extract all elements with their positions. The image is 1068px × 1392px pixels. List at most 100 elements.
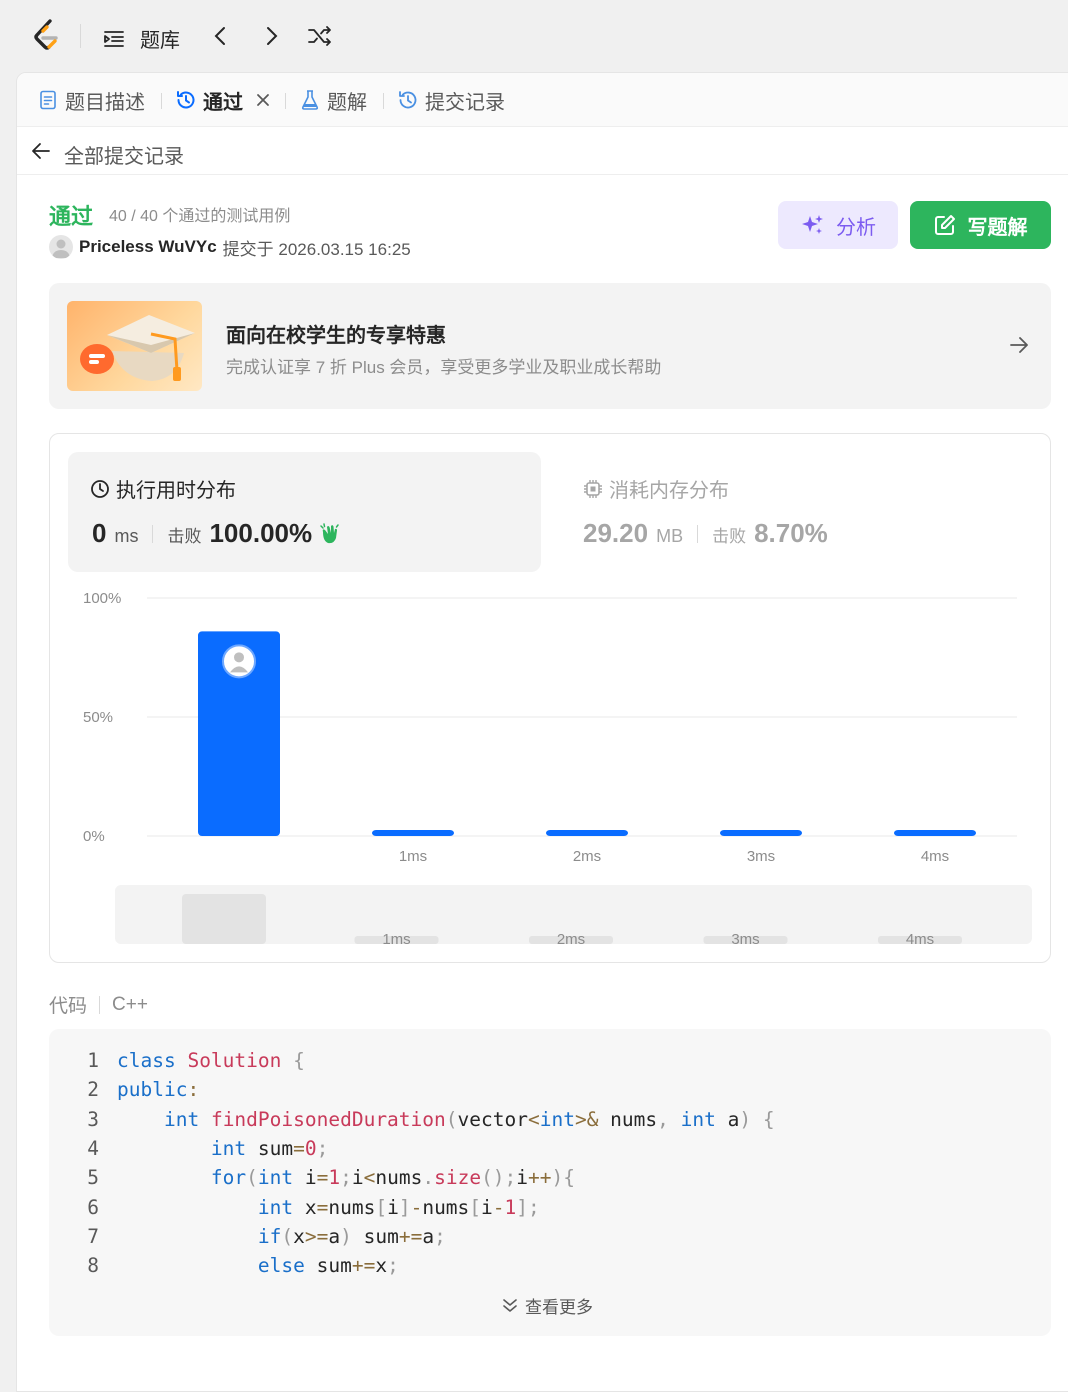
code-token: findPoisonedDuration [210, 1107, 446, 1131]
line-number: 7 [87, 1224, 99, 1248]
code-token: vector [457, 1107, 528, 1131]
close-tab-icon[interactable] [255, 92, 271, 108]
code-line: 3 int findPoisonedDuration(vector < int >& … [49, 1105, 775, 1134]
bar [372, 830, 454, 836]
problem-bank-button[interactable]: 题库 [102, 24, 180, 53]
next-problem-button[interactable] [260, 24, 282, 48]
code-token: a [422, 1224, 435, 1248]
analyze-button[interactable]: 分析 [778, 201, 898, 249]
prev-problem-button[interactable] [210, 24, 232, 48]
y-tick-label: 100% [83, 590, 121, 607]
tab-solutions[interactable]: 题解 [299, 85, 367, 115]
code-token: else [257, 1254, 305, 1278]
line-number: 5 [87, 1166, 99, 1190]
y-tick-label: 50% [83, 709, 113, 726]
status-badge: 通过 [49, 204, 94, 229]
code-token: nums [328, 1195, 376, 1219]
code-token: ; [340, 1166, 352, 1190]
code-token: i [516, 1166, 529, 1190]
code-token: sum [351, 1224, 399, 1248]
code-token: 1 [328, 1166, 341, 1190]
tab-accepted[interactable]: 通过 [175, 85, 271, 115]
arrow-right-icon[interactable] [1007, 333, 1031, 357]
description-icon [37, 89, 59, 111]
code-token: = [316, 1195, 329, 1219]
x-tick-label: 4ms [921, 848, 949, 865]
avatar-head [234, 652, 244, 663]
analyze-label: 分析 [836, 216, 876, 239]
code-token: i [293, 1166, 317, 1190]
random-problem-button[interactable] [306, 24, 334, 48]
x-tick-label: 3ms [747, 848, 775, 865]
code-token: ( [445, 1107, 458, 1131]
bar [720, 830, 802, 836]
tab-label: 题解 [327, 91, 367, 114]
code-token: { [762, 1107, 775, 1131]
code-token: ++ [528, 1166, 552, 1190]
code-viewer[interactable]: 查看更多 1 class Solution {2 public: 3 int find… [49, 1029, 1051, 1336]
code-token: ; [316, 1136, 329, 1160]
list-icon [104, 30, 124, 47]
code-token: a [715, 1107, 740, 1131]
history-icon [397, 89, 419, 111]
runtime-distribution-chart[interactable]: 100% 50% 0% 1ms 2ms 3ms 4ms 1ms 2ms 3ms 4ms [50, 434, 1052, 964]
submitter-row: Priceless WuVYc 提交于 2026.03.15 16:25 [49, 233, 411, 261]
code-token: ) [739, 1107, 752, 1131]
overview-tick-label: 4ms [906, 931, 934, 948]
code-token: < [527, 1107, 540, 1131]
user-name[interactable]: Priceless WuVYc [79, 237, 217, 257]
avatar[interactable] [49, 235, 73, 259]
code-line: 8 else sum += x; [49, 1251, 399, 1280]
code-token: x [375, 1254, 388, 1278]
tab-label: 通过 [203, 91, 243, 114]
code-token: , [657, 1107, 669, 1131]
code-token: [ [375, 1195, 388, 1219]
code-token: ){ [551, 1166, 576, 1190]
code-token: >= [304, 1224, 329, 1248]
write-solution-label: 写题解 [967, 216, 1028, 239]
divider [285, 93, 286, 109]
tab-label: 题目描述 [65, 91, 145, 114]
code-token: int [210, 1136, 247, 1160]
back-to-all-submissions[interactable]: 全部提交记录 [17, 127, 1068, 175]
code-token: >& [574, 1107, 599, 1131]
code-token: int [539, 1107, 575, 1131]
tab-description[interactable]: 题目描述 [37, 85, 145, 115]
code-token: ; [387, 1254, 399, 1278]
code-token: : [187, 1078, 200, 1102]
divider [99, 995, 101, 1014]
divider [161, 93, 162, 109]
write-solution-button[interactable]: 写题解 [910, 201, 1051, 249]
divider [383, 93, 384, 109]
leetcode-logo-icon[interactable] [30, 18, 64, 54]
code-token: nums [375, 1166, 423, 1190]
code-line: 2 public: [49, 1075, 199, 1104]
code-token: = [316, 1166, 329, 1190]
code-token: a [328, 1224, 341, 1248]
arrow-left-icon [32, 143, 50, 159]
code-label: 代码 [49, 996, 88, 1017]
code-token: ]; [516, 1195, 540, 1219]
flask-icon [299, 89, 321, 111]
tab-submissions[interactable]: 提交记录 [397, 85, 505, 115]
code-token: sum [304, 1254, 352, 1278]
code-token: nums [422, 1195, 470, 1219]
line-number: 8 [87, 1254, 99, 1278]
sparkle-icon [802, 215, 823, 234]
submission-panel: 题目描述 通过 题解 提交记录 全部提交记录 通过 40 / 40 个通过的测试… [16, 72, 1068, 1392]
code-token: += [398, 1224, 423, 1248]
view-more-button[interactable]: 查看更多 [501, 1293, 593, 1318]
overview-tick-label: 2ms [557, 931, 585, 948]
code-token: size [434, 1166, 482, 1190]
view-more-label: 查看更多 [525, 1298, 593, 1317]
code-token: int [257, 1195, 294, 1219]
student-promo-banner[interactable]: 面向在校学生的专享特惠 完成认证享 7 折 Plus 会员，享受更多学业及职业成… [49, 283, 1051, 409]
graduation-cap-illustration [67, 301, 202, 391]
code-token: 0 [304, 1136, 317, 1160]
